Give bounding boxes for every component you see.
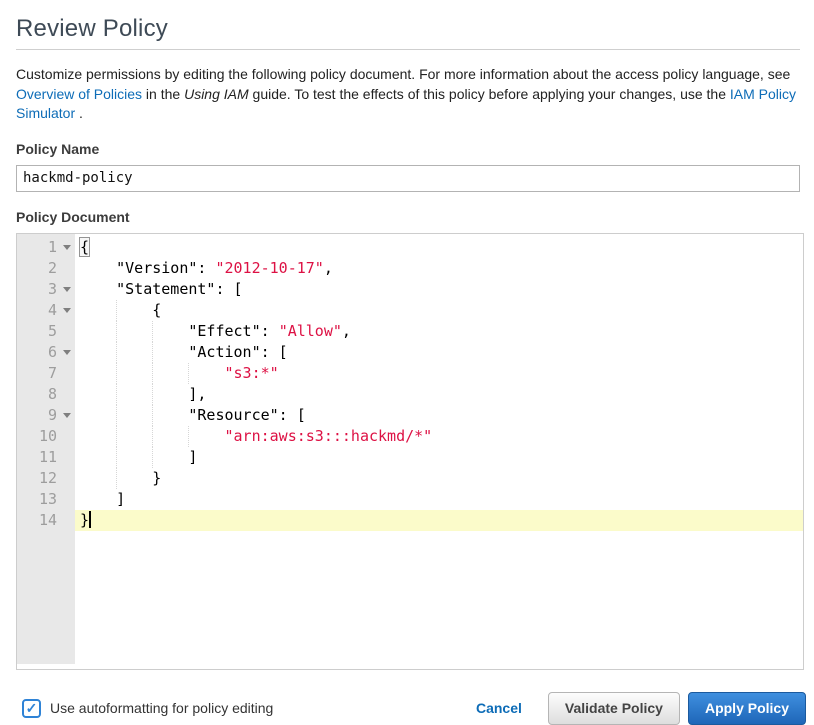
code-line[interactable]: } bbox=[75, 468, 803, 489]
gutter-line-number: 5 bbox=[17, 321, 75, 342]
code-token: "Statement": [ bbox=[80, 280, 243, 298]
title-divider bbox=[16, 49, 800, 50]
code-token: } bbox=[80, 469, 161, 487]
policy-document-label: Policy Document bbox=[16, 209, 802, 225]
gutter-line-number: 11 bbox=[17, 447, 75, 468]
code-token: "Effect": bbox=[80, 322, 279, 340]
description-link[interactable]: Overview of Policies bbox=[16, 86, 142, 102]
code-token: } bbox=[80, 511, 89, 529]
text-cursor bbox=[89, 511, 91, 528]
gutter-line-number: 3 bbox=[17, 279, 75, 300]
code-token: , bbox=[324, 259, 333, 277]
autoformat-label: Use autoformatting for policy editing bbox=[50, 700, 273, 716]
code-token bbox=[80, 364, 225, 382]
description-text: Customize permissions by editing the fol… bbox=[16, 65, 800, 124]
gutter-line-number: 9 bbox=[17, 405, 75, 426]
gutter-line-number: 8 bbox=[17, 384, 75, 405]
code-token: ] bbox=[80, 490, 125, 508]
code-token: "Resource": [ bbox=[80, 406, 306, 424]
gutter-line-number: 6 bbox=[17, 342, 75, 363]
code-line[interactable]: "Action": [ bbox=[75, 342, 803, 363]
code-line[interactable]: "Effect": "Allow", bbox=[75, 321, 803, 342]
page-title: Review Policy bbox=[16, 14, 802, 44]
code-line[interactable]: ] bbox=[75, 447, 803, 468]
code-line[interactable]: "arn:aws:s3:::hackmd/*" bbox=[75, 426, 803, 447]
code-line[interactable]: ], bbox=[75, 384, 803, 405]
code-token: ] bbox=[80, 448, 197, 466]
description-segment: guide. To test the effects of this polic… bbox=[249, 86, 730, 102]
code-line[interactable]: ] bbox=[75, 489, 803, 510]
gutter-line-number: 4 bbox=[17, 300, 75, 321]
code-line[interactable]: } bbox=[75, 510, 803, 531]
fold-toggle-icon[interactable] bbox=[63, 287, 71, 292]
code-token bbox=[80, 427, 225, 445]
code-line[interactable]: "Statement": [ bbox=[75, 279, 803, 300]
policy-document-editor[interactable]: 1234567891011121314 { "Version": "2012-1… bbox=[16, 233, 804, 670]
code-line[interactable]: { bbox=[75, 237, 803, 258]
gutter-line-number: 14 bbox=[17, 510, 75, 531]
description-segment: . bbox=[75, 105, 83, 121]
code-token: "Action": [ bbox=[80, 343, 288, 361]
policy-name-input[interactable] bbox=[16, 165, 800, 192]
matched-brace: { bbox=[79, 237, 90, 257]
code-line[interactable]: "Resource": [ bbox=[75, 405, 803, 426]
description-segment: in the bbox=[142, 86, 184, 102]
string-token: "arn:aws:s3:::hackmd/*" bbox=[225, 427, 433, 445]
autoformat-checkbox[interactable]: ✓ bbox=[22, 699, 41, 718]
string-token: "2012-10-17" bbox=[215, 259, 323, 277]
gutter-line-number: 12 bbox=[17, 468, 75, 489]
gutter-line-number: 1 bbox=[17, 237, 75, 258]
code-line[interactable]: { bbox=[75, 300, 803, 321]
autoformat-option: ✓ Use autoformatting for policy editing bbox=[16, 699, 476, 718]
fold-toggle-icon[interactable] bbox=[63, 308, 71, 313]
string-token: "Allow" bbox=[279, 322, 342, 340]
gutter-line-number: 10 bbox=[17, 426, 75, 447]
guide-name: Using IAM bbox=[184, 86, 249, 102]
apply-policy-button[interactable]: Apply Policy bbox=[688, 692, 806, 725]
footer-bar: ✓ Use autoformatting for policy editing … bbox=[16, 692, 806, 725]
editor-code-area[interactable]: { "Version": "2012-10-17", "Statement": … bbox=[75, 234, 803, 669]
fold-toggle-icon[interactable] bbox=[63, 350, 71, 355]
code-line[interactable]: "Version": "2012-10-17", bbox=[75, 258, 803, 279]
policy-name-label: Policy Name bbox=[16, 141, 802, 157]
checkmark-icon: ✓ bbox=[26, 700, 38, 717]
fold-toggle-icon[interactable] bbox=[63, 413, 71, 418]
gutter-line-number: 7 bbox=[17, 363, 75, 384]
code-token: "Version": bbox=[80, 259, 215, 277]
code-token: , bbox=[342, 322, 351, 340]
validate-policy-button[interactable]: Validate Policy bbox=[548, 692, 680, 725]
string-token: "s3:*" bbox=[225, 364, 279, 382]
code-token: { bbox=[80, 301, 161, 319]
code-token: ], bbox=[80, 385, 206, 403]
code-line[interactable]: "s3:*" bbox=[75, 363, 803, 384]
gutter-line-number: 2 bbox=[17, 258, 75, 279]
editor-gutter: 1234567891011121314 bbox=[17, 234, 75, 664]
fold-toggle-icon[interactable] bbox=[63, 245, 71, 250]
cancel-link[interactable]: Cancel bbox=[476, 700, 522, 716]
gutter-line-number: 13 bbox=[17, 489, 75, 510]
description-segment: Customize permissions by editing the fol… bbox=[16, 66, 790, 82]
